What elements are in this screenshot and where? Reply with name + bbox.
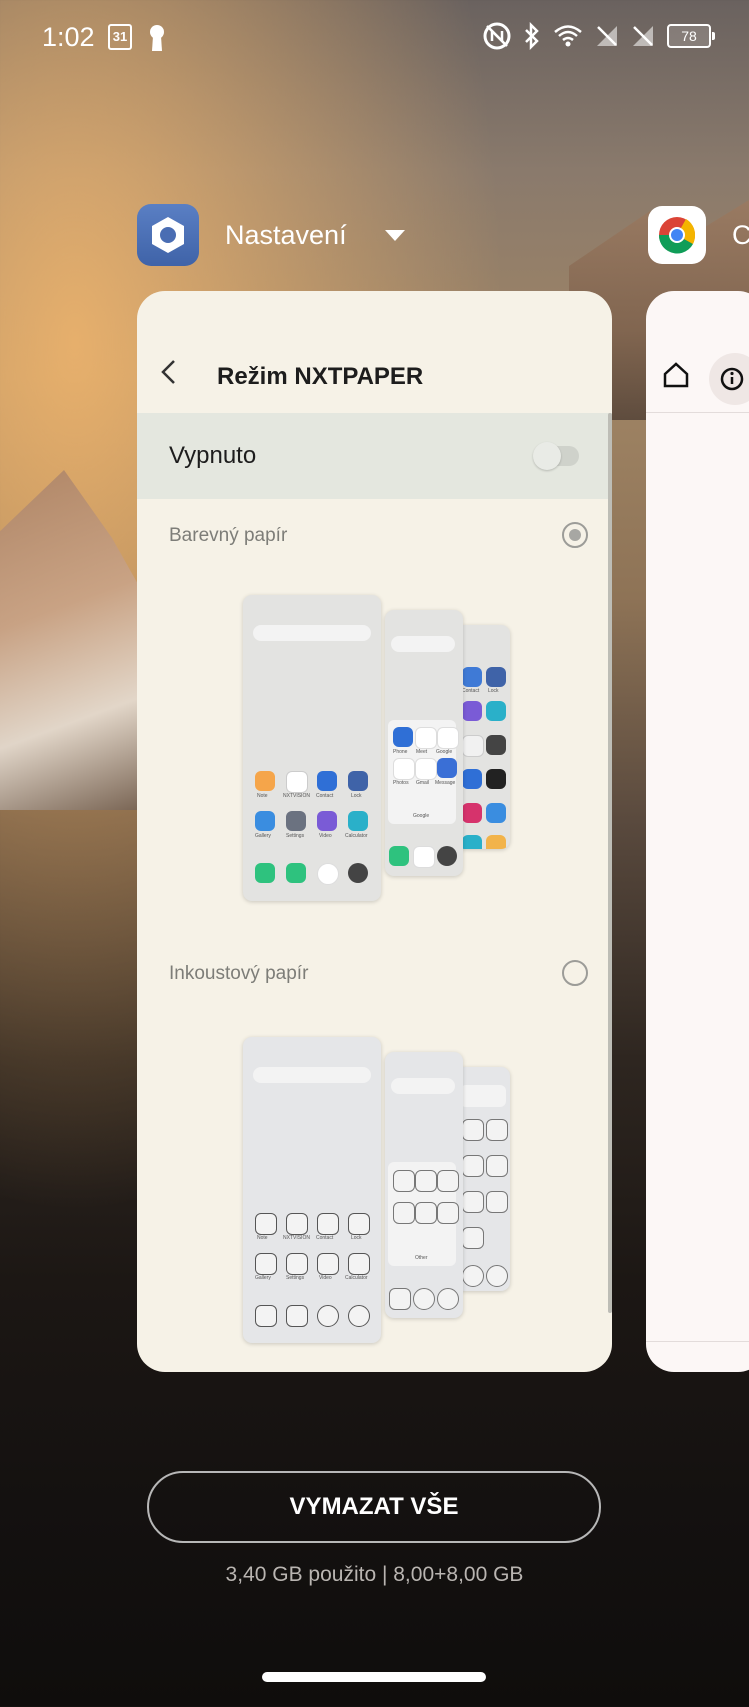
preview-label: Contact <box>316 1235 334 1241</box>
preview-label: Settings <box>286 833 305 839</box>
gesture-home-bar[interactable] <box>262 1672 486 1682</box>
calendar-icon: 31 <box>108 24 132 50</box>
ink-paper-preview: Other Note NXTVISION Contact Lock Galler… <box>243 1037 518 1347</box>
preview-phone-back: Contact Lock <box>456 625 510 849</box>
preview-label: Video <box>319 1275 332 1281</box>
preview-label: Message <box>435 780 456 786</box>
preview-folder-title: Other <box>415 1255 428 1261</box>
option-color-paper-label: Barevný papír <box>169 525 288 546</box>
preview-phone-front: Note NXTVISION Contact Lock Gallery Sett… <box>243 595 381 901</box>
status-bar: 1:02 31 78 <box>0 0 749 80</box>
preview-label: Lock <box>351 793 362 799</box>
preview-label: Google <box>436 749 453 755</box>
recent-app-header[interactable]: Nastavení <box>137 204 405 266</box>
no-signal-icon <box>597 26 617 46</box>
preview-phone-middle: Phone Meet Google Photos Gmail Message G… <box>385 610 463 876</box>
preview-label: Gallery <box>255 833 271 839</box>
option-color-paper-radio[interactable] <box>562 522 588 548</box>
chevron-down-icon[interactable] <box>384 229 405 241</box>
preview-label: Note <box>257 1235 268 1241</box>
next-app-header[interactable]: C <box>648 206 749 264</box>
battery-icon: 78 <box>667 24 715 48</box>
nfc-icon <box>483 22 511 50</box>
nxtpaper-toggle[interactable] <box>533 442 579 470</box>
preview-phone-front-mono: Note NXTVISION Contact Lock Gallery Sett… <box>243 1037 381 1343</box>
preview-label: NXTVISION <box>283 1235 310 1241</box>
preview-label: Meet <box>416 749 428 755</box>
divider <box>646 1341 749 1342</box>
preview-label: Lock <box>351 1235 362 1241</box>
no-signal-icon-2 <box>633 26 653 46</box>
preview-label: Note <box>257 793 268 799</box>
option-ink-paper-label: Inkoustový papír <box>169 963 309 984</box>
info-icon <box>720 367 744 391</box>
preview-label: Lock <box>488 688 499 694</box>
wifi-icon <box>554 25 582 47</box>
preview-folder-title: Google <box>413 813 430 819</box>
preview-label: Calculator <box>345 1275 368 1281</box>
color-paper-preview: Contact Lock Phone Meet Google Photos Gm… <box>243 595 518 905</box>
option-ink-paper-radio[interactable] <box>562 960 588 986</box>
keyhole-icon <box>150 25 164 51</box>
page-title: Režim NXTPAPER <box>217 363 424 390</box>
preview-phone-middle-mono: Other <box>385 1052 463 1318</box>
chrome-icon[interactable] <box>648 206 706 264</box>
settings-gear-icon[interactable] <box>137 204 199 266</box>
status-icons: 78 <box>483 22 715 50</box>
app-name: Nastavení <box>225 219 347 250</box>
preview-label: Gmail <box>416 780 430 786</box>
preview-label: Phone <box>393 749 408 755</box>
site-info-button[interactable] <box>709 353 749 405</box>
status-time: 1:02 <box>42 22 95 52</box>
preview-label: Settings <box>286 1275 305 1281</box>
back-arrow-icon[interactable] <box>155 357 185 387</box>
divider <box>646 412 749 413</box>
next-app-name: C <box>732 219 749 250</box>
nxtpaper-toggle-row[interactable]: Vypnuto <box>137 413 612 499</box>
preview-label: NXTVISION <box>283 793 310 799</box>
preview-label: Photos <box>393 780 409 786</box>
preview-label: Contact <box>316 793 334 799</box>
home-icon[interactable] <box>662 361 690 389</box>
toggle-label: Vypnuto <box>169 442 257 469</box>
memory-usage-text: 3,40 GB použito | 8,00+8,00 GB <box>225 1563 524 1586</box>
recent-app-card-settings[interactable]: Režim NXTPAPER Vypnuto Barevný papír Con… <box>137 291 612 1372</box>
preview-label: Video <box>319 833 332 839</box>
preview-label: Gallery <box>255 1275 271 1281</box>
recent-app-card-chrome[interactable] <box>646 291 749 1372</box>
preview-label: Calculator <box>345 833 368 839</box>
clear-all-button[interactable]: VYMAZAT VŠE <box>147 1471 601 1543</box>
preview-label: Contact <box>462 688 480 694</box>
bluetooth-icon <box>525 22 539 50</box>
wallpaper-mountain-left <box>0 470 160 810</box>
scrollbar[interactable] <box>608 413 612 1313</box>
preview-phone-back-mono <box>456 1067 510 1291</box>
